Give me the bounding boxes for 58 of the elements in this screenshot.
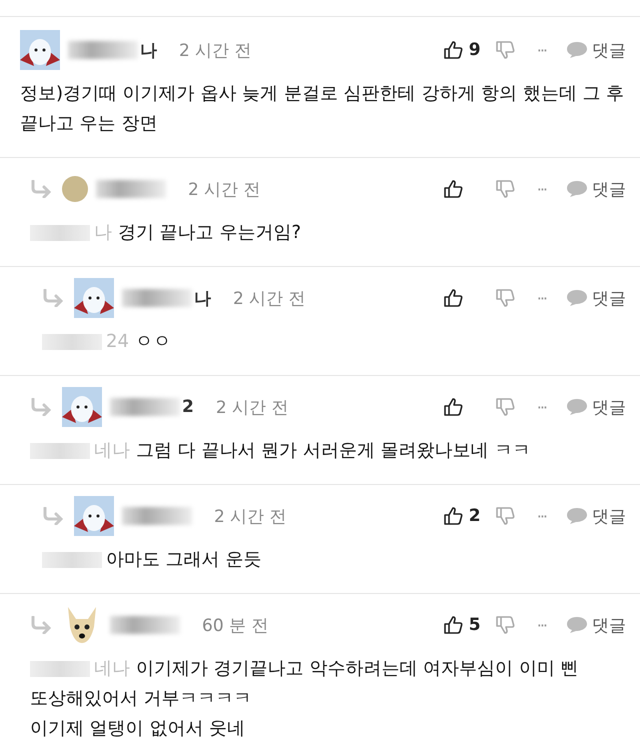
avatar-circle bbox=[62, 176, 88, 202]
avatar-picture bbox=[62, 387, 102, 427]
speech-bubble-icon bbox=[566, 41, 588, 59]
timestamp: 2 시간 전 bbox=[179, 40, 252, 62]
speech-bubble-icon bbox=[566, 616, 588, 634]
dislike-button[interactable] bbox=[494, 288, 515, 308]
thumbs-up-icon bbox=[442, 179, 463, 199]
speech-bubble-icon bbox=[566, 289, 588, 307]
speech-bubble-icon bbox=[566, 180, 588, 198]
like-button[interactable]: 9 bbox=[442, 40, 483, 60]
reply-button[interactable]: 댓글 bbox=[566, 396, 626, 418]
like-button[interactable]: 5 bbox=[442, 615, 483, 635]
timestamp: 2 시간 전 bbox=[233, 288, 306, 310]
like-button[interactable]: 2 bbox=[442, 506, 483, 526]
avatar-picture bbox=[20, 30, 60, 70]
timestamp: 2 시간 전 bbox=[214, 506, 287, 528]
comment-text: 정보)경기때 이기제가 옵사 늦게 분걸로 심판한테 강하게 항의 했는데 그 후 끝나고 우는 장면 bbox=[20, 82, 626, 136]
dislike-button[interactable] bbox=[494, 397, 515, 417]
thumbs-up-icon bbox=[442, 397, 463, 417]
blurred-username bbox=[96, 180, 166, 198]
comment-text: 네나 이기제가 경기끝나고 악수하려는데 여자부심이 이미 삔 또상해있어서 거부ㅋㅋㅋㅋ 이기제 얼탱이 없어서 웃네 bbox=[30, 657, 580, 741]
reply-button[interactable]: 댓글 bbox=[566, 504, 626, 528]
blurred-username bbox=[122, 289, 192, 307]
comment-text: 나 경기 끝나고 우는거임? bbox=[30, 218, 626, 248]
blurred-username bbox=[122, 507, 192, 525]
dislike-button[interactable] bbox=[494, 506, 515, 526]
dislike-button[interactable] bbox=[494, 179, 515, 199]
reply-button[interactable]: 댓글 bbox=[566, 286, 626, 310]
speech-bubble-icon bbox=[566, 398, 588, 416]
dislike-button[interactable] bbox=[494, 40, 515, 60]
reply-arrow-icon bbox=[30, 616, 54, 634]
comment-text: 네나 그럼 다 끝나서 뭔가 서러운게 몰려왔나보네 ㅋㅋ bbox=[30, 436, 626, 466]
reply-button[interactable]: 댓글 bbox=[566, 178, 626, 200]
reply-arrow-icon bbox=[42, 507, 66, 525]
username[interactable]: 나 bbox=[194, 286, 211, 310]
reply-arrow-icon bbox=[42, 289, 66, 307]
reply-button[interactable]: 댓글 bbox=[566, 38, 626, 62]
comment-text: 아마도 그래서 운듯 bbox=[42, 545, 626, 575]
timestamp: 2 시간 전 bbox=[216, 396, 288, 418]
thumbs-up-icon bbox=[442, 615, 463, 635]
avatar-picture bbox=[74, 496, 114, 536]
timestamp: 60 분 전 bbox=[202, 614, 268, 636]
blurred-username bbox=[110, 398, 180, 416]
comment-text: 24 ㅇㅇ bbox=[42, 327, 626, 357]
username[interactable]: 2 bbox=[182, 397, 194, 417]
username[interactable]: 나 bbox=[140, 38, 157, 62]
thumbs-up-icon bbox=[442, 288, 463, 308]
dislike-button[interactable] bbox=[494, 615, 515, 635]
thumbs-up-icon bbox=[442, 40, 463, 60]
reply-arrow-icon bbox=[30, 398, 54, 416]
speech-bubble-icon bbox=[566, 507, 588, 525]
avatar-picture bbox=[74, 278, 114, 318]
thumbs-up-icon bbox=[442, 506, 463, 526]
reply-button[interactable]: 댓글 bbox=[566, 614, 626, 636]
blurred-username bbox=[68, 41, 138, 59]
timestamp: 2 시간 전 bbox=[188, 178, 261, 200]
blurred-username bbox=[110, 616, 180, 634]
reply-arrow-icon bbox=[30, 180, 54, 198]
